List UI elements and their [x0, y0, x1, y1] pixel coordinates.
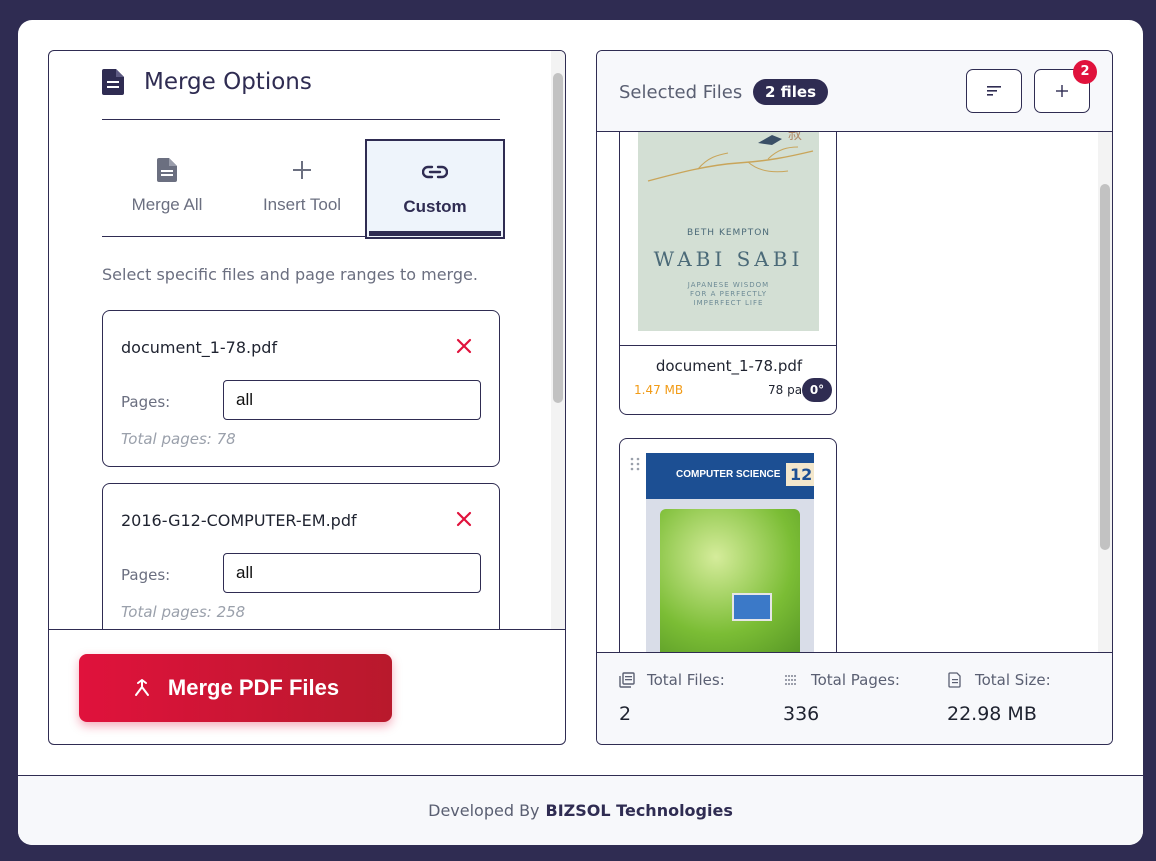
sort-files-button[interactable] — [966, 69, 1022, 113]
branch-illustration: 叔 — [647, 132, 814, 182]
stat-label: Total Files: — [647, 671, 725, 689]
svg-text:叔: 叔 — [788, 132, 802, 143]
file-name: 2016-G12-COMPUTER-EM.pdf — [121, 511, 357, 530]
remove-file-icon[interactable] — [453, 508, 475, 530]
credit-prefix: Developed By — [428, 801, 540, 820]
cover-title: WABI SABI — [653, 247, 804, 271]
file-stats: Total Files: 2 Total Pages: 336 Total Si… — [597, 652, 1112, 744]
pdf-cover-preview: 叔 BETH KEMPTON WABI SABI JAPANESE WISDOM… — [638, 132, 819, 331]
grid-dots-icon — [785, 675, 796, 685]
tab-insert-tool[interactable]: Insert Tool — [247, 139, 357, 237]
cover-grade: 12 — [786, 463, 814, 486]
developer-credit: Developed By BIZSOL Technologies — [18, 775, 1143, 845]
thumbnail-file-name: document_1-78.pdf — [655, 357, 803, 375]
scrollbar-thumb[interactable] — [553, 73, 563, 403]
file-count-badge: 2 files — [753, 79, 829, 105]
plus-icon — [1056, 85, 1068, 97]
pages-label: Pages: — [121, 393, 171, 411]
cover-title: COMPUTER SCIENCE — [676, 469, 781, 480]
stat-value: 2 — [619, 703, 632, 725]
rotation-badge[interactable]: 0° — [802, 378, 832, 402]
scrollbar-track[interactable] — [551, 51, 565, 629]
sort-icon — [987, 86, 1001, 96]
merge-options-panel: Merge Options Merge All Insert Tool Cust… — [48, 50, 566, 745]
selected-files-title: Selected Files — [619, 82, 743, 103]
link-icon — [422, 165, 448, 179]
stat-label: Total Size: — [975, 671, 1051, 689]
tab-label: Insert Tool — [262, 195, 342, 214]
file-name: document_1-78.pdf — [121, 338, 278, 357]
merge-modal: Merge Options Merge All Insert Tool Cust… — [18, 20, 1143, 845]
cover-illustration — [660, 509, 800, 652]
merge-actions: Merge PDF Files — [49, 629, 565, 744]
divider — [620, 345, 836, 346]
tab-label: Merge All — [131, 195, 203, 214]
merge-options-title: Merge Options — [144, 69, 312, 95]
stack-icon — [619, 672, 635, 688]
pages-range-input[interactable] — [223, 553, 481, 593]
stat-value: 22.98 MB — [947, 703, 1037, 725]
add-files-button[interactable]: 2 — [1034, 60, 1097, 113]
thumbnail-file-size: 1.47 MB — [634, 383, 684, 397]
document-icon — [157, 158, 177, 182]
stat-label: Total Pages: — [811, 671, 900, 689]
file-thumbnail-card[interactable]: COMPUTER SCIENCE 12 — [619, 438, 837, 652]
drag-handle-icon[interactable] — [628, 455, 642, 473]
stat-value: 336 — [783, 703, 820, 725]
stat-total-size: Total Size: 22.98 MB — [947, 671, 1051, 725]
tab-custom[interactable]: Custom — [365, 139, 505, 239]
file-range-card: 2016-G12-COMPUTER-EM.pdf Pages: Total pa… — [102, 483, 500, 629]
merge-icon — [134, 679, 149, 696]
pages-range-input[interactable] — [223, 380, 481, 420]
custom-merge-hint: Select specific files and page ranges to… — [102, 265, 478, 284]
merge-mode-tabs: Merge All Insert Tool Custom — [102, 139, 505, 239]
merge-options-scroll-area[interactable]: Merge Options Merge All Insert Tool Cust… — [49, 51, 565, 629]
selected-files-panel: Selected Files 2 files 2 叔 BETH KEMPTON … — [596, 50, 1113, 745]
pages-label: Pages: — [121, 566, 171, 584]
document-icon — [102, 69, 124, 95]
file-range-card: document_1-78.pdf Pages: Total pages: 78 — [102, 310, 500, 467]
stat-total-files: Total Files: 2 — [619, 671, 725, 725]
notification-badge: 2 — [1073, 60, 1097, 84]
total-pages-text: Total pages: 78 — [121, 430, 236, 448]
credit-brand: BIZSOL Technologies — [545, 801, 733, 820]
remove-file-icon[interactable] — [453, 335, 475, 357]
merge-pdf-button[interactable]: Merge PDF Files — [79, 654, 392, 722]
selected-files-header: Selected Files 2 files 2 — [597, 51, 1112, 132]
plus-icon — [293, 161, 311, 179]
computer-illustration — [732, 593, 772, 621]
cover-author: BETH KEMPTON — [686, 228, 771, 238]
file-thumbnail-card[interactable]: 叔 BETH KEMPTON WABI SABI JAPANESE WISDOM… — [619, 132, 837, 415]
scrollbar-track[interactable] — [1098, 132, 1112, 652]
scrollbar-thumb[interactable] — [1100, 184, 1110, 550]
stat-total-pages: Total Pages: 336 — [783, 671, 900, 725]
tab-label: Custom — [403, 197, 467, 216]
merge-button-label: Merge PDF Files — [167, 675, 340, 700]
pdf-cover-preview: COMPUTER SCIENCE 12 — [646, 453, 814, 652]
merge-options-header: Merge Options — [102, 65, 500, 120]
file-icon — [948, 672, 961, 688]
cover-subtitle: JAPANESE WISDOM FOR A PERFECTLY IMPERFEC… — [687, 281, 770, 307]
file-thumbnails-area[interactable]: 叔 BETH KEMPTON WABI SABI JAPANESE WISDOM… — [597, 132, 1112, 652]
tab-merge-all[interactable]: Merge All — [117, 139, 217, 237]
total-pages-text: Total pages: 258 — [121, 603, 246, 621]
